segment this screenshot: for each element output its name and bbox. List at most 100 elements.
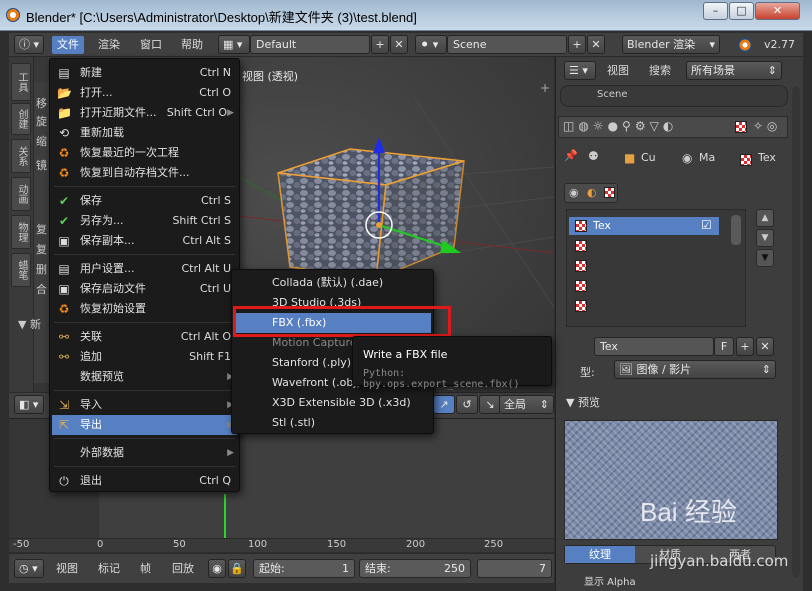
tool-duplicate-button[interactable]: 复 — [36, 221, 47, 237]
file-menu-item[interactable]: ♻ 恢复初始设置 — [52, 299, 237, 319]
tab-animation[interactable]: 动画 — [11, 177, 31, 211]
texture-source-buttons[interactable]: ◉ ◐ — [564, 183, 618, 203]
file-menu-item[interactable]: 📁 打开近期文件... Shift Ctrl O ▶ — [52, 103, 237, 123]
texture-name-field[interactable]: Tex — [594, 337, 714, 356]
outliner-filter-select[interactable]: 所有场景 ⇕ — [686, 61, 782, 80]
remove-scene-button[interactable]: ✕ — [587, 35, 605, 54]
new-texture-button[interactable]: + — [736, 337, 754, 356]
translate-manipulator-toggle[interactable]: ↗ — [433, 395, 455, 414]
lock-toggle[interactable]: 🔒 — [228, 559, 246, 578]
tool-join-button[interactable]: 合 — [36, 281, 47, 297]
timeline-menu-marker[interactable]: 标记 — [93, 560, 125, 578]
layout-selector-button[interactable]: ▦ ▾ — [218, 35, 250, 54]
timeline-menu-view[interactable]: 视图 — [51, 560, 83, 578]
file-menu-item[interactable]: ✔ 另存为... Shift Ctrl S — [52, 211, 237, 231]
tab-relations[interactable]: 关系 — [11, 139, 31, 173]
remove-layout-button[interactable]: ✕ — [390, 35, 408, 54]
add-layout-button[interactable]: + — [371, 35, 389, 54]
start-frame-field[interactable]: 起始: 1 — [253, 559, 355, 578]
file-menu-item[interactable]: 外部数据 ▶ — [52, 443, 237, 463]
tab-grease-pencil[interactable]: 蜡笔 — [11, 253, 31, 287]
slot-specials-button[interactable]: ▼ — [756, 249, 774, 267]
file-menu-item[interactable]: ✔ 保存 Ctrl S — [52, 191, 237, 211]
fake-user-button[interactable]: F — [714, 337, 734, 356]
render-engine-select[interactable]: Blender 渲染 ▾ — [622, 35, 720, 54]
transform-orientation-select[interactable]: 全局 ⇕ — [499, 395, 554, 414]
move-slot-down-button[interactable]: ▼ — [756, 229, 774, 247]
menu-help[interactable]: 帮助 — [176, 36, 208, 54]
file-menu-item[interactable]: ⏻ 退出 Ctrl Q — [52, 471, 237, 491]
export-menu-item[interactable]: Collada (默认) (.dae) — [234, 273, 431, 293]
end-frame-field[interactable]: 结束: 250 — [359, 559, 471, 578]
file-menu-item[interactable]: ⚯ 追加 Shift F1 — [52, 347, 237, 367]
file-menu-item[interactable]: ▣ 保存启动文件 Ctrl U — [52, 279, 237, 299]
close-button[interactable]: ✕ — [755, 2, 800, 20]
editor-type-button[interactable]: ⓘ ▾ — [14, 35, 44, 54]
tab-create[interactable]: 创建 — [11, 103, 31, 135]
scene-selector-button[interactable]: ⚫ ▾ — [415, 35, 447, 54]
file-menu-item[interactable]: 数据预览▶ — [52, 367, 237, 387]
context-tab-icons[interactable]: ◫◍☼●⚲⚙▽◐ — [563, 119, 677, 133]
export-menu-item[interactable]: X3D Extensible 3D (.x3d) — [234, 393, 431, 413]
tool-rotate-button[interactable]: 旋 — [36, 113, 47, 129]
particles-icon[interactable]: ✧ ◎ — [753, 119, 777, 133]
timeline-editor-type-button[interactable]: ◷ ▾ — [14, 559, 44, 578]
minimize-button[interactable]: – — [703, 2, 728, 20]
file-menu-item[interactable]: ⇱导出▶ — [52, 415, 237, 435]
slot-enable-checkbox[interactable]: ☑ — [701, 218, 712, 232]
texture-context-icon[interactable] — [735, 121, 747, 133]
texture-slot-active[interactable]: Tex ☑ — [569, 217, 719, 235]
file-menu-item[interactable]: ♻ 恢复到自动存档文件... — [52, 163, 237, 183]
menu-file[interactable]: 文件 — [52, 36, 84, 54]
add-scene-button[interactable]: + — [568, 35, 586, 54]
file-menu-item[interactable]: ⚯ 关联 Ctrl Alt O — [52, 327, 237, 347]
texture-slot-list[interactable]: Tex ☑ — [566, 209, 746, 327]
maximize-button[interactable]: □ — [729, 2, 754, 20]
move-slot-up-button[interactable]: ▲ — [756, 209, 774, 227]
tab-physics[interactable]: 物理 — [11, 215, 31, 249]
file-menu-item[interactable]: 📂 打开... Ctrl O — [52, 83, 237, 103]
slot-list-scrollbar[interactable] — [731, 215, 741, 245]
viewport-editor-type-button[interactable]: ◧ ▾ — [14, 395, 44, 414]
tool-duplicate-linked-button[interactable]: 复 — [36, 241, 47, 257]
current-frame-field[interactable]: 7 — [477, 559, 552, 578]
properties-scrollbar[interactable] — [792, 87, 800, 577]
file-menu-item[interactable]: ⇲导入▶ — [52, 395, 237, 415]
outliner-menu-search[interactable]: 搜索 — [644, 62, 676, 80]
unlink-texture-button[interactable]: ✕ — [756, 337, 774, 356]
texture-type-select[interactable]: 🖼 图像 / 影片 ⇕ — [614, 360, 776, 379]
preview-panel-header[interactable]: ▼ 预览 — [566, 394, 600, 410]
tool-move-button[interactable]: 移 — [36, 95, 47, 111]
file-menu-item[interactable]: ▤ 用户设置... Ctrl Alt U — [52, 259, 237, 279]
file-menu-item[interactable]: ⟲ 重新加载 — [52, 123, 237, 143]
viewport-corner-plus-icon[interactable]: + — [540, 81, 552, 95]
scale-manipulator-toggle[interactable]: ↘ — [479, 395, 501, 414]
layout-name-field[interactable]: Default — [250, 35, 370, 54]
timeline-menu-playback[interactable]: 回放 — [167, 560, 199, 578]
tool-mirror-button[interactable]: 镜 — [36, 157, 47, 173]
tool-delete-button[interactable]: 删 — [36, 261, 47, 277]
outliner-editor-type-button[interactable]: ☰ ▾ — [564, 61, 596, 80]
empty-slot-icon[interactable] — [575, 300, 587, 312]
rotate-manipulator-toggle[interactable]: ↺ — [456, 395, 478, 414]
file-menu-item[interactable]: ▣ 保存副本... Ctrl Alt S — [52, 231, 237, 251]
empty-slot-icon[interactable] — [575, 280, 587, 292]
menu-window[interactable]: 窗口 — [135, 36, 167, 54]
outliner-scrollbar[interactable]: Scene — [560, 85, 788, 107]
empty-slot-icon[interactable] — [575, 240, 587, 252]
file-menu-item[interactable]: ▤ 新建 Ctrl N — [52, 63, 237, 83]
export-menu-item[interactable]: Stl (.stl) — [234, 413, 431, 433]
timeline-menu-frame[interactable]: 帧 — [135, 560, 156, 578]
tab-tools[interactable]: 工具 — [11, 63, 31, 101]
keying-toggle[interactable]: ◉ — [208, 559, 226, 578]
preview-tab-texture[interactable]: 纹理 — [565, 546, 635, 563]
empty-slot-icon[interactable] — [575, 260, 587, 272]
outliner-menu-view[interactable]: 视图 — [602, 62, 634, 80]
pin-icon[interactable]: 📌 — [564, 149, 578, 162]
operator-panel-header[interactable]: ▼ 新 — [18, 316, 41, 332]
menu-render[interactable]: 渲染 — [93, 36, 125, 54]
tool-scale-button[interactable]: 缩 — [36, 133, 47, 149]
scene-name-field[interactable]: Scene — [447, 35, 567, 54]
show-alpha-checkbox[interactable]: 显示 Alpha — [584, 573, 636, 588]
file-menu-item[interactable]: ♻ 恢复最近的一次工程 — [52, 143, 237, 163]
